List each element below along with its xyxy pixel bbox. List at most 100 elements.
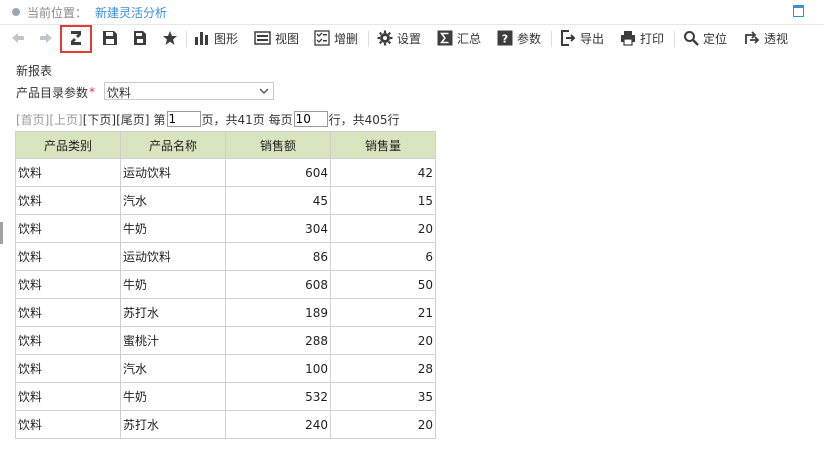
bar-chart-icon <box>195 32 208 45</box>
table-row: 饮料 苏打水 189 21 <box>15 298 436 327</box>
last-page-link[interactable]: [尾页] <box>116 111 149 128</box>
view-button[interactable]: 视图 <box>254 26 299 50</box>
sales-amount-cell: 532 <box>225 382 331 411</box>
settings-label: 设置 <box>397 31 422 46</box>
toolbar-divider <box>186 31 187 47</box>
add-delete-button[interactable]: 增删 <box>314 26 358 50</box>
pivot-icon <box>745 31 760 44</box>
table-row: 饮料 汽水 45 15 <box>15 186 436 215</box>
sales-qty-cell: 15 <box>330 186 436 215</box>
sales-amount-cell: 304 <box>225 214 331 243</box>
location-label: 当前位置： <box>27 6 88 20</box>
toolbar-divider <box>674 31 675 47</box>
view-label: 视图 <box>275 31 300 46</box>
column-header[interactable]: 销售额 <box>225 131 331 159</box>
side-collapse-handle[interactable] <box>0 222 3 244</box>
table-row: 饮料 牛奶 532 35 <box>15 382 436 411</box>
forward-button[interactable] <box>38 26 54 50</box>
next-page-link[interactable]: [下页] <box>83 111 116 128</box>
export-button[interactable]: 导出 <box>560 26 604 50</box>
product-cell: 苏打水 <box>120 298 226 327</box>
locate-label: 定位 <box>703 31 728 46</box>
page-info: 页，共41页 每页 <box>201 112 293 127</box>
sales-qty-cell: 35 <box>330 382 436 411</box>
category-cell: 饮料 <box>15 326 121 355</box>
summary-button[interactable]: 汇总 <box>437 26 481 50</box>
print-button[interactable]: 打印 <box>620 26 664 50</box>
first-page-link: [首页] <box>16 112 50 127</box>
summary-label: 汇总 <box>457 31 482 46</box>
location-value[interactable]: 新建灵活分析 <box>95 4 167 21</box>
category-cell: 饮料 <box>15 354 121 383</box>
data-table: 产品类别 产品名称 销售额 销售量 饮料 运动饮料 604 42 饮料 汽水 4… <box>15 131 436 439</box>
sales-amount-cell: 45 <box>225 186 331 215</box>
total-rows: 行，共405行 <box>328 112 400 127</box>
back-button[interactable] <box>10 26 26 50</box>
sales-amount-cell: 604 <box>225 158 331 187</box>
table-row: 饮料 蜜桃汁 288 20 <box>15 326 436 355</box>
printer-icon <box>621 31 635 46</box>
table-row: 饮料 苏打水 240 20 <box>15 410 436 439</box>
product-category-select[interactable]: 饮料 <box>104 82 274 100</box>
add-delete-label: 增删 <box>334 31 359 46</box>
table-row: 饮料 运动饮料 604 42 <box>15 158 436 187</box>
locate-button[interactable]: 定位 <box>683 26 727 50</box>
param-select-value: 饮料 <box>107 86 132 100</box>
current-page-input[interactable] <box>166 111 201 127</box>
chevron-down-icon[interactable] <box>259 86 269 96</box>
column-header[interactable]: 产品名称 <box>120 131 226 159</box>
arrow-right-icon <box>40 33 52 43</box>
category-cell: 饮料 <box>15 270 121 299</box>
sales-amount-cell: 100 <box>225 354 331 383</box>
save-as-button[interactable] <box>132 26 148 50</box>
sales-amount-cell: 189 <box>225 298 331 327</box>
star-icon <box>163 31 177 45</box>
location-bar: 当前位置： 新建灵活分析 <box>0 0 824 25</box>
product-cell: 蜜桃汁 <box>120 326 226 355</box>
table-header-row: 产品类别 产品名称 销售额 销售量 <box>15 131 436 159</box>
product-cell: 牛奶 <box>120 382 226 411</box>
help-icon: ? <box>497 30 513 46</box>
sales-amount-cell: 240 <box>225 410 331 439</box>
chart-label: 图形 <box>214 31 239 46</box>
location-dot-icon <box>12 8 20 16</box>
chart-button[interactable]: 图形 <box>194 26 238 50</box>
category-cell: 饮料 <box>15 410 121 439</box>
save-icon <box>103 31 117 45</box>
sales-qty-cell: 20 <box>330 326 436 355</box>
toolbar-divider <box>368 31 369 47</box>
sales-qty-cell: 28 <box>330 354 436 383</box>
params-button[interactable]: ? 参数 <box>497 26 541 50</box>
arrow-left-icon <box>12 33 24 43</box>
sales-qty-cell: 20 <box>330 214 436 243</box>
column-header[interactable]: 销售量 <box>330 131 436 159</box>
save-button[interactable] <box>102 26 118 50</box>
favorite-button[interactable] <box>162 26 178 50</box>
table-row: 饮料 牛奶 608 50 <box>15 270 436 299</box>
category-cell: 饮料 <box>15 382 121 411</box>
product-cell: 运动饮料 <box>120 242 226 271</box>
settings-button[interactable]: 设置 <box>377 26 421 50</box>
maximize-icon[interactable] <box>793 5 804 17</box>
prev-page-link: [上页] <box>49 112 83 127</box>
svg-text:?: ? <box>502 33 508 46</box>
param-label: 产品目录参数 <box>16 85 89 100</box>
table-row: 饮料 汽水 100 28 <box>15 354 436 383</box>
table-row: 饮料 运动饮料 86 6 <box>15 242 436 271</box>
param-row: 产品目录参数 * 饮料 <box>16 82 274 102</box>
page-size-input[interactable] <box>293 111 328 127</box>
category-cell: 饮料 <box>15 298 121 327</box>
sales-amount-cell: 86 <box>225 242 331 271</box>
category-cell: 饮料 <box>15 242 121 271</box>
pivot-button[interactable]: 透视 <box>744 26 788 50</box>
column-header[interactable]: 产品类别 <box>15 131 121 159</box>
view-icon <box>254 31 271 45</box>
product-cell: 汽水 <box>120 354 226 383</box>
category-cell: 饮料 <box>15 158 121 187</box>
category-cell: 饮料 <box>15 214 121 243</box>
sigma-icon <box>437 30 453 46</box>
save-as-icon <box>134 31 146 45</box>
sales-qty-cell: 42 <box>330 158 436 187</box>
refresh-highlight <box>60 25 92 53</box>
toolbar: 图形 视图 增删 设置 汇总 ? 参数 导出 打印 定位 透视 <box>0 26 824 52</box>
